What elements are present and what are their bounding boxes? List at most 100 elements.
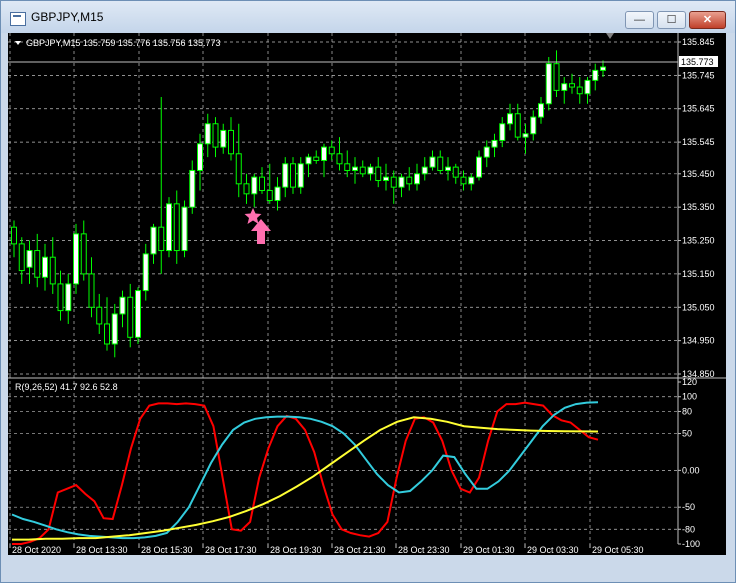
candle-body xyxy=(445,166,451,171)
candle-body xyxy=(88,273,95,308)
time-tick-label: 28 Oct 13:30 xyxy=(76,545,128,555)
candle-body xyxy=(499,123,506,141)
candle-body xyxy=(57,283,64,312)
indicator-tick-label: 50 xyxy=(682,429,692,439)
time-tick-label: 28 Oct 19:30 xyxy=(270,545,322,555)
candle-body xyxy=(476,156,482,178)
candle-body xyxy=(390,176,397,188)
candle-body xyxy=(538,103,544,118)
price-tick-label: 135.745 xyxy=(682,70,715,80)
indicator-tick-label: 100 xyxy=(682,392,697,402)
candle-body xyxy=(18,243,25,272)
candle-body xyxy=(514,113,521,138)
candle-body xyxy=(313,156,320,161)
candle-body xyxy=(321,146,327,161)
candle-body xyxy=(522,133,529,138)
candle-body xyxy=(328,146,335,155)
candle-body xyxy=(530,116,537,135)
candle-body xyxy=(135,290,141,338)
chart-area[interactable]: GBPJPY,M15 135.759 135.776 135.756 135.7… xyxy=(8,33,726,555)
candle-body xyxy=(49,256,56,285)
candle-body xyxy=(142,253,149,292)
candle-body xyxy=(344,163,351,171)
candle-body xyxy=(166,203,172,252)
price-tick-label: 135.350 xyxy=(682,202,715,212)
candle-body xyxy=(584,79,591,95)
candle-body xyxy=(297,163,304,188)
candle-body xyxy=(352,166,358,171)
current-price-label: 135.773 xyxy=(681,57,714,67)
time-tick-label: 29 Oct 05:30 xyxy=(592,545,644,555)
candle-body xyxy=(158,226,165,252)
candle-body xyxy=(65,283,72,312)
candle-body xyxy=(545,63,552,105)
candle-body xyxy=(150,226,157,255)
candle-body xyxy=(367,166,374,175)
candle-body xyxy=(507,113,513,125)
candle-body xyxy=(73,233,79,285)
time-tick-label: 28 Oct 21:30 xyxy=(334,545,386,555)
candle-body xyxy=(212,123,219,148)
close-button[interactable]: ✕ xyxy=(689,11,726,29)
candle-body xyxy=(181,206,188,252)
indicator-lines xyxy=(11,401,599,545)
time-axis: 28 Oct 2020 28 Oct 13:30 28 Oct 15:30 28 Oc… xyxy=(9,544,644,555)
indicator-tick-label: 120 xyxy=(682,377,697,387)
candle-body xyxy=(406,176,413,185)
candle-body xyxy=(483,146,490,158)
indicator-tick-label: 0.00 xyxy=(682,465,700,475)
candle-body xyxy=(561,83,568,91)
chart-window-icon xyxy=(10,12,26,26)
candle-body xyxy=(290,163,296,188)
price-tick-label: 134.950 xyxy=(682,336,715,346)
indicator-tick-label: -50 xyxy=(682,502,695,512)
candle-body xyxy=(228,129,234,155)
candle-body xyxy=(189,169,196,208)
time-tick-label: 28 Oct 23:30 xyxy=(398,545,450,555)
candle-body xyxy=(305,156,312,165)
candle-body xyxy=(127,296,134,338)
candle-body xyxy=(119,296,126,315)
candle-body xyxy=(96,306,103,325)
candle-body xyxy=(220,129,227,148)
candle-body xyxy=(26,250,33,268)
price-tick-label: 135.250 xyxy=(682,236,715,246)
candle-body xyxy=(491,139,498,148)
title-bar[interactable]: GBPJPY,M15 — ☐ ✕ xyxy=(1,1,735,33)
candle-body xyxy=(383,176,389,181)
candle-body xyxy=(282,163,289,188)
indicator-label: R(9,26,52) 41.7 92.6 52.8 xyxy=(15,382,118,392)
chart-canvas[interactable]: GBPJPY,M15 135.759 135.776 135.756 135.7… xyxy=(8,33,726,555)
price-tick-label: 135.845 xyxy=(682,37,715,47)
price-tick-label: 135.645 xyxy=(682,104,715,114)
close-icon: ✕ xyxy=(702,14,713,26)
candle-body xyxy=(336,153,343,165)
candle-body xyxy=(437,156,444,171)
candle-body xyxy=(266,189,273,201)
candle-body xyxy=(592,69,599,81)
candle-body xyxy=(204,123,211,145)
window-title: GBPJPY,M15 xyxy=(31,10,104,24)
indicator-tick-label: -80 xyxy=(682,524,695,534)
signal-markers xyxy=(244,208,271,244)
minimize-button[interactable]: — xyxy=(625,11,654,29)
candle-body xyxy=(600,66,606,71)
candle-body xyxy=(197,143,203,171)
candle-body xyxy=(576,86,583,95)
price-tick-label: 135.150 xyxy=(682,269,715,279)
price-header: GBPJPY,M15 135.759 135.776 135.756 135.7… xyxy=(26,38,221,48)
candle-body xyxy=(11,226,17,245)
candle-body xyxy=(42,256,48,278)
candle-body xyxy=(34,250,41,278)
candle-body xyxy=(375,166,382,181)
candle-body xyxy=(398,176,405,188)
candle-body xyxy=(421,166,428,175)
candle-body xyxy=(243,183,250,195)
maximize-button[interactable]: ☐ xyxy=(657,11,686,29)
indicator-series-line xyxy=(12,416,599,541)
candle-body xyxy=(429,156,436,168)
time-tick-label: 28 Oct 2020 xyxy=(12,545,61,555)
candle-body xyxy=(553,63,560,91)
collapse-triangle-icon[interactable] xyxy=(15,41,21,45)
candle-body xyxy=(359,166,366,175)
